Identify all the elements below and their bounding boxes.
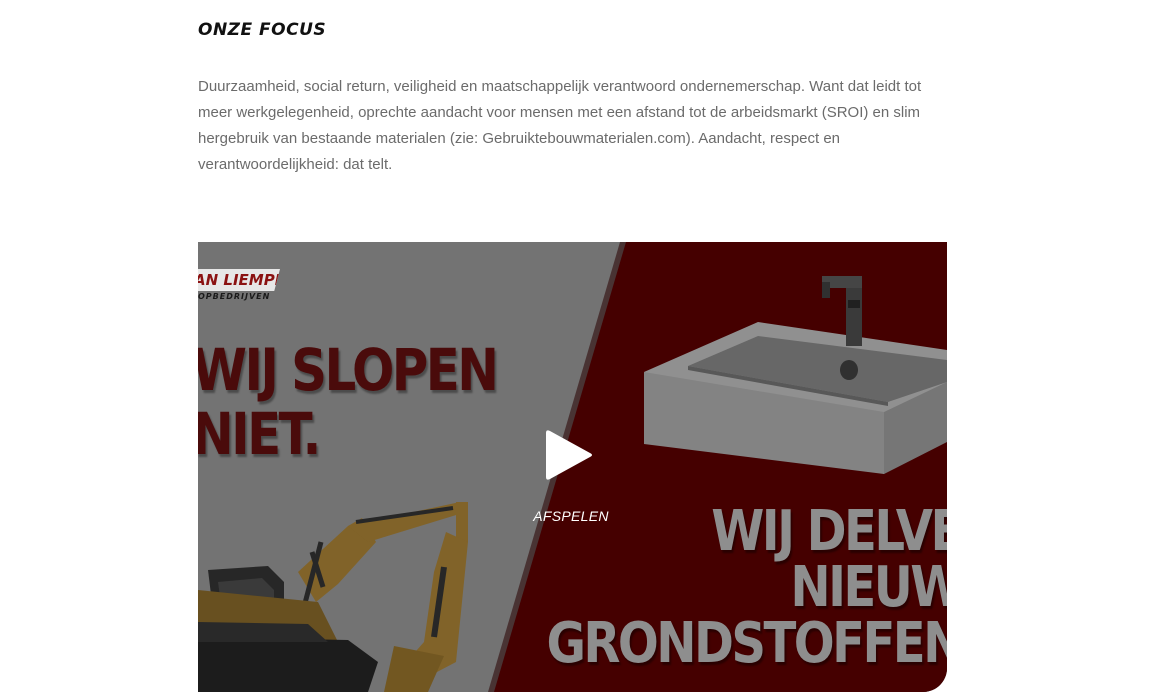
section-paragraph: Duurzaamheid, social return, veiligheid … [198, 78, 922, 173]
play-label[interactable]: AFSPELEN [528, 508, 614, 524]
slogan-right: WIJ DELVE NIEUW GRONDSTOFFEN [546, 499, 947, 676]
company-logo-subtitle: OPBEDRIJVEN [198, 292, 271, 301]
section-title: ONZE FOCUS [198, 20, 327, 40]
play-button[interactable] [536, 422, 602, 488]
video-player[interactable]: AN LIEMPD OPBEDRIJVEN WIJ SLOPEN NIET. W… [198, 242, 947, 692]
slogan-left: WIJ SLOPEN NIET. [198, 336, 499, 468]
company-logo: AN LIEMPD [198, 269, 288, 291]
play-icon [546, 430, 592, 480]
